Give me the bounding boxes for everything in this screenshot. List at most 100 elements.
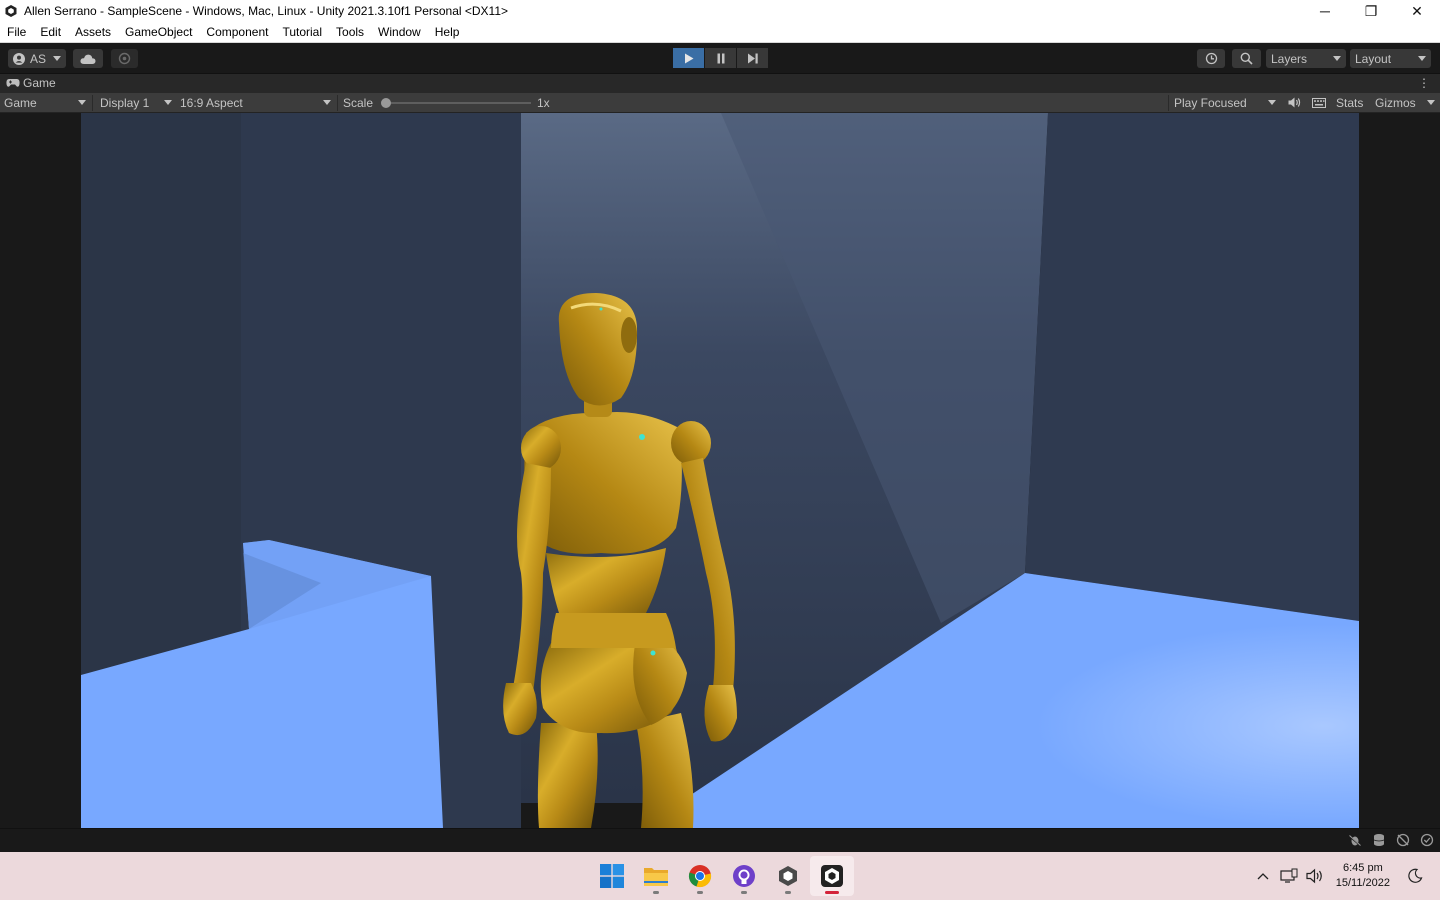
stats-button[interactable]: Stats (1336, 93, 1363, 112)
layout-dropdown[interactable]: Layout (1350, 49, 1431, 68)
focus-assist-button[interactable] (1402, 868, 1428, 884)
step-button[interactable] (737, 48, 768, 68)
scale-slider-track[interactable] (385, 102, 531, 104)
menu-component[interactable]: Component (199, 25, 275, 39)
undo-history-button[interactable] (1197, 49, 1225, 68)
scale-label: Scale (343, 95, 374, 110)
tab-game-label: Game (23, 76, 56, 90)
taskbar-unity-editor[interactable] (810, 856, 854, 896)
game-viewport[interactable] (81, 113, 1359, 828)
speaker-icon (1288, 97, 1301, 108)
account-label: AS (30, 51, 47, 66)
start-button[interactable] (590, 856, 634, 896)
volume-button[interactable] (1302, 868, 1328, 884)
window-titlebar: Allen Serrano - SampleScene - Windows, M… (0, 0, 1440, 22)
gizmos-dropdown[interactable]: Gizmos (1375, 93, 1437, 112)
menu-gameobject[interactable]: GameObject (118, 25, 199, 39)
layout-label: Layout (1355, 51, 1392, 66)
play-button[interactable] (673, 48, 704, 68)
running-indicator (653, 891, 659, 894)
windows-start-icon (600, 864, 624, 888)
play-focused-dropdown[interactable]: Play Focused (1174, 93, 1278, 112)
gizmos-label: Gizmos (1375, 95, 1416, 110)
display-dropdown[interactable]: Display 1 (100, 93, 174, 112)
menu-tools[interactable]: Tools (329, 25, 371, 39)
game-tab-bar: Game ⋮ (0, 73, 1440, 93)
gamepad-icon (6, 78, 20, 88)
more-options-icon[interactable]: ⋮ (1418, 76, 1430, 90)
network-button[interactable] (1276, 868, 1302, 884)
menu-assets[interactable]: Assets (68, 25, 118, 39)
chevron-down-icon (53, 56, 61, 61)
chevron-down-icon (1333, 56, 1341, 61)
divider (1168, 95, 1169, 111)
aspect-dropdown[interactable]: 16:9 Aspect (180, 93, 333, 112)
step-icon (747, 53, 759, 64)
search-button[interactable] (1232, 49, 1261, 68)
cloud-icon (80, 54, 96, 64)
chrome-icon (688, 864, 712, 888)
game-render (81, 113, 1359, 828)
cloud-button[interactable] (73, 49, 103, 68)
show-hidden-icons-button[interactable] (1250, 872, 1276, 880)
history-icon (1205, 52, 1218, 65)
view-mode-label: Game (4, 95, 37, 110)
menu-edit[interactable]: Edit (33, 25, 68, 39)
chevron-down-icon (1268, 100, 1276, 105)
clock-date: 15/11/2022 (1335, 877, 1390, 889)
view-mode-dropdown[interactable]: Game (4, 93, 88, 112)
taskbar-clock[interactable]: 6:45 pm 15/11/2022 (1336, 861, 1390, 891)
menu-file[interactable]: File (0, 25, 33, 39)
menu-help[interactable]: Help (428, 25, 467, 39)
taskbar-chrome[interactable] (678, 856, 722, 896)
menu-tutorial[interactable]: Tutorial (275, 25, 329, 39)
taskbar-unity-hub[interactable] (766, 856, 810, 896)
scale-slider-thumb[interactable] (381, 98, 391, 108)
progress-status-icon[interactable] (1420, 833, 1434, 847)
chevron-up-icon (1257, 873, 1269, 880)
debug-icon[interactable] (1348, 833, 1362, 847)
chevron-down-icon (164, 100, 172, 105)
cache-server-icon[interactable] (1372, 833, 1386, 847)
chevron-down-icon (78, 100, 86, 105)
unity-editor-icon (820, 864, 844, 888)
keyboard-shortcuts-button[interactable] (1310, 93, 1328, 112)
running-indicator (785, 891, 791, 894)
search-icon (1240, 52, 1253, 65)
unity-logo-icon (4, 4, 18, 18)
divider (337, 95, 338, 111)
pause-button[interactable] (705, 48, 736, 68)
keyboard-icon (1312, 97, 1326, 108)
aspect-label: 16:9 Aspect (180, 95, 243, 110)
restore-button[interactable]: ❐ (1348, 0, 1394, 22)
menu-window[interactable]: Window (371, 25, 428, 39)
mute-audio-button[interactable] (1286, 93, 1302, 112)
taskbar-file-explorer[interactable] (634, 856, 678, 896)
collab-icon (118, 52, 131, 65)
window-title: Allen Serrano - SampleScene - Windows, M… (24, 4, 509, 18)
layers-label: Layers (1271, 51, 1308, 66)
running-indicator (825, 891, 839, 894)
scale-value: 1x (537, 95, 550, 110)
auto-generate-lighting-icon[interactable] (1396, 833, 1410, 847)
moon-icon (1408, 868, 1423, 883)
pause-icon (716, 53, 726, 64)
play-focused-label: Play Focused (1174, 95, 1247, 110)
account-dropdown[interactable]: AS (8, 49, 66, 68)
windows-taskbar: 6:45 pm 15/11/2022 (0, 852, 1440, 900)
taskbar-github-desktop[interactable] (722, 856, 766, 896)
github-icon (732, 864, 756, 888)
unity-hub-icon (777, 865, 799, 887)
divider (92, 95, 93, 111)
chevron-down-icon (323, 100, 331, 105)
collab-button[interactable] (111, 49, 138, 68)
minimize-button[interactable]: ─ (1302, 0, 1348, 22)
folder-icon (643, 865, 669, 887)
layers-dropdown[interactable]: Layers (1266, 49, 1346, 68)
volume-icon (1306, 868, 1322, 884)
running-indicator (697, 891, 703, 894)
clock-time: 6:45 pm (1343, 862, 1383, 874)
close-button[interactable]: ✕ (1394, 0, 1440, 22)
chevron-down-icon (1427, 100, 1435, 105)
tab-game[interactable]: Game (6, 76, 56, 90)
